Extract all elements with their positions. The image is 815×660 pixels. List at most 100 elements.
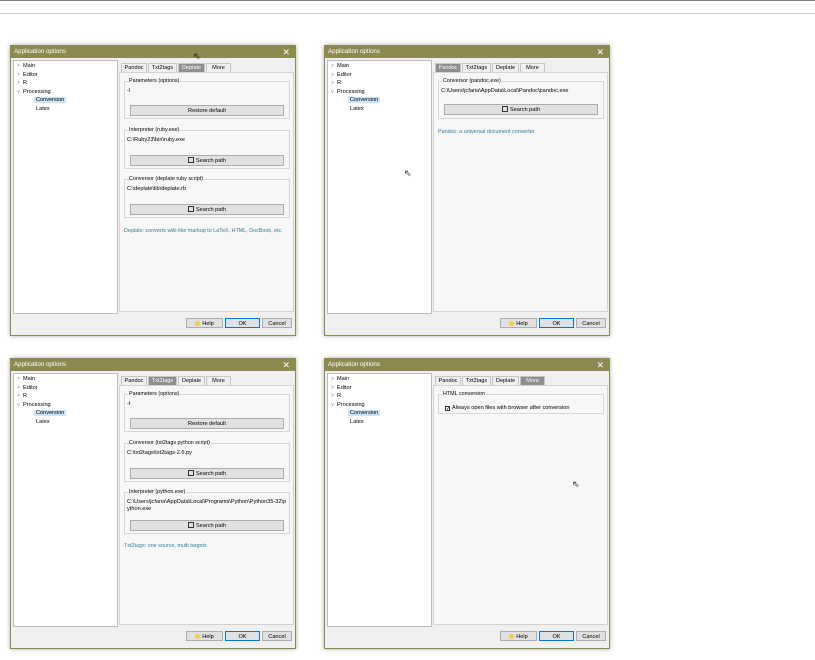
interpreter-input[interactable]: C:\Users\jcfaria\AppData\Local\Programs\… <box>127 499 287 512</box>
chevron-right-icon[interactable]: > <box>14 392 23 401</box>
tab-pandoc[interactable]: Pandoc <box>121 376 147 385</box>
tree-item-r[interactable]: > R <box>328 79 431 88</box>
help-button[interactable]: Help <box>186 318 223 328</box>
tab-txt2tags[interactable]: Txt2tags <box>462 63 491 72</box>
chevron-down-icon[interactable]: v <box>328 88 337 97</box>
tree-item-editor[interactable]: > Editor <box>328 71 431 80</box>
restore-default-button[interactable]: Restore default <box>130 105 284 116</box>
tab-panel-more: HTML conversion ✓ Always open files with … <box>433 385 608 625</box>
tab-more[interactable]: More <box>520 376 545 385</box>
dialog-title: Application options <box>328 48 380 55</box>
tree-item-conversion[interactable]: Conversion <box>328 409 431 418</box>
tree-item-processing[interactable]: v Processing <box>14 88 117 97</box>
chevron-right-icon[interactable]: > <box>14 71 23 80</box>
ok-button[interactable]: OK <box>539 631 574 641</box>
chevron-right-icon[interactable]: > <box>14 79 23 88</box>
tab-more[interactable]: More <box>206 376 231 385</box>
tree-item-conversion[interactable]: Conversion <box>14 409 117 418</box>
cancel-button[interactable]: Cancel <box>262 631 292 641</box>
tab-txt2tags[interactable]: Txt2tags <box>462 376 491 385</box>
tab-deplate[interactable]: Deplate <box>492 376 519 385</box>
chevron-right-icon[interactable]: > <box>328 71 337 80</box>
help-icon <box>509 633 515 639</box>
search-path-button[interactable]: Search path <box>130 468 284 479</box>
folder-icon <box>187 470 194 476</box>
search-path-button[interactable]: Search path <box>130 520 284 531</box>
tab-txt2tags[interactable]: Txt2tags <box>148 376 177 385</box>
tab-txt2tags[interactable]: Txt2tags <box>148 63 177 72</box>
tab-pandoc[interactable]: Pandoc <box>121 63 147 72</box>
tree-item-main[interactable]: > Main <box>14 62 117 71</box>
help-button[interactable]: Help <box>500 318 537 328</box>
help-button[interactable]: Help <box>186 631 223 641</box>
tree-item-conversion[interactable]: Conversion <box>328 96 431 105</box>
tree-item-editor[interactable]: > Editor <box>14 384 117 393</box>
interpreter-input[interactable]: C:\Ruby23\bin\ruby.exe <box>127 137 287 144</box>
tree-item-main[interactable]: > Main <box>328 62 431 71</box>
titlebar: Application options ✕ <box>11 46 295 58</box>
mouse-pointer-icon: ⇖ <box>404 168 412 178</box>
tab-more[interactable]: More <box>206 63 231 72</box>
tree-item-latex[interactable]: Latex <box>14 105 117 114</box>
tree-item-main[interactable]: > Main <box>328 375 431 384</box>
chevron-down-icon[interactable]: v <box>14 401 23 410</box>
chevron-right-icon[interactable]: > <box>328 375 337 384</box>
ok-button[interactable]: OK <box>225 631 260 641</box>
group-interpreter: Interpreter (ruby.exe) C:\Ruby23\bin\rub… <box>124 127 290 169</box>
tree-item-processing[interactable]: v Processing <box>14 401 117 410</box>
chevron-right-icon[interactable]: > <box>328 384 337 393</box>
tree-item-conversion[interactable]: Conversion <box>14 96 117 105</box>
search-path-button[interactable]: Search path <box>444 104 598 115</box>
close-icon[interactable]: ✕ <box>282 359 290 371</box>
tab-deplate[interactable]: Deplate <box>178 63 205 72</box>
cancel-button[interactable]: Cancel <box>576 318 606 328</box>
checkbox-checked-icon[interactable]: ✓ <box>445 406 450 412</box>
parameters-input[interactable]: -t <box>127 401 287 408</box>
tree-item-latex[interactable]: Latex <box>328 418 431 427</box>
tree-item-r[interactable]: > R <box>14 79 117 88</box>
parameters-input[interactable]: -l <box>127 88 287 95</box>
help-button[interactable]: Help <box>500 631 537 641</box>
chevron-right-icon[interactable]: > <box>14 62 23 71</box>
tab-pandoc[interactable]: Pandoc <box>435 376 461 385</box>
tree-item-processing[interactable]: v Processing <box>328 401 431 410</box>
tree-item-editor[interactable]: > Editor <box>14 71 117 80</box>
conversor-input[interactable]: C:\deplate\lib\deplate.rb <box>127 186 287 193</box>
close-icon[interactable]: ✕ <box>282 46 290 58</box>
chevron-right-icon[interactable]: > <box>328 392 337 401</box>
chevron-right-icon[interactable]: > <box>14 375 23 384</box>
tab-more[interactable]: More <box>520 63 545 72</box>
ok-button[interactable]: OK <box>539 318 574 328</box>
help-icon <box>195 320 201 326</box>
chevron-down-icon[interactable]: v <box>328 401 337 410</box>
cancel-button[interactable]: Cancel <box>262 318 292 328</box>
tree-item-r[interactable]: > R <box>14 392 117 401</box>
close-icon[interactable]: ✕ <box>596 46 604 58</box>
tab-deplate[interactable]: Deplate <box>492 63 519 72</box>
tree-item-r[interactable]: > R <box>328 392 431 401</box>
search-path-button[interactable]: Search path <box>130 155 284 166</box>
tree-item-processing[interactable]: v Processing <box>328 88 431 97</box>
group-html-conversion: HTML conversion ✓ Always open files with … <box>438 391 604 414</box>
chevron-right-icon[interactable]: > <box>14 384 23 393</box>
folder-icon <box>187 206 194 212</box>
tab-pandoc[interactable]: Pandoc <box>435 63 461 72</box>
tree-item-latex[interactable]: Latex <box>14 418 117 427</box>
conversor-input[interactable]: C:\Users\jcfaria\AppData\Local\Pandoc\pa… <box>441 88 601 95</box>
tree-item-main[interactable]: > Main <box>14 375 117 384</box>
group-conversor: Conversor (deplate ruby script) C:\depla… <box>124 176 290 218</box>
chevron-right-icon[interactable]: > <box>328 62 337 71</box>
search-path-button[interactable]: Search path <box>130 204 284 215</box>
ok-button[interactable]: OK <box>225 318 260 328</box>
cancel-button[interactable]: Cancel <box>576 631 606 641</box>
open-browser-checkbox[interactable]: ✓ Always open files with browser after co… <box>445 405 570 412</box>
restore-default-button[interactable]: Restore default <box>130 418 284 429</box>
tree-item-editor[interactable]: > Editor <box>328 384 431 393</box>
close-icon[interactable]: ✕ <box>596 359 604 371</box>
tab-deplate[interactable]: Deplate <box>178 376 205 385</box>
tree-item-latex[interactable]: Latex <box>328 105 431 114</box>
dialog-title: Application options <box>14 48 66 55</box>
conversor-input[interactable]: C:\txt2tags\txt2tags-2.6.py <box>127 450 287 457</box>
chevron-right-icon[interactable]: > <box>328 79 337 88</box>
chevron-down-icon[interactable]: v <box>14 88 23 97</box>
